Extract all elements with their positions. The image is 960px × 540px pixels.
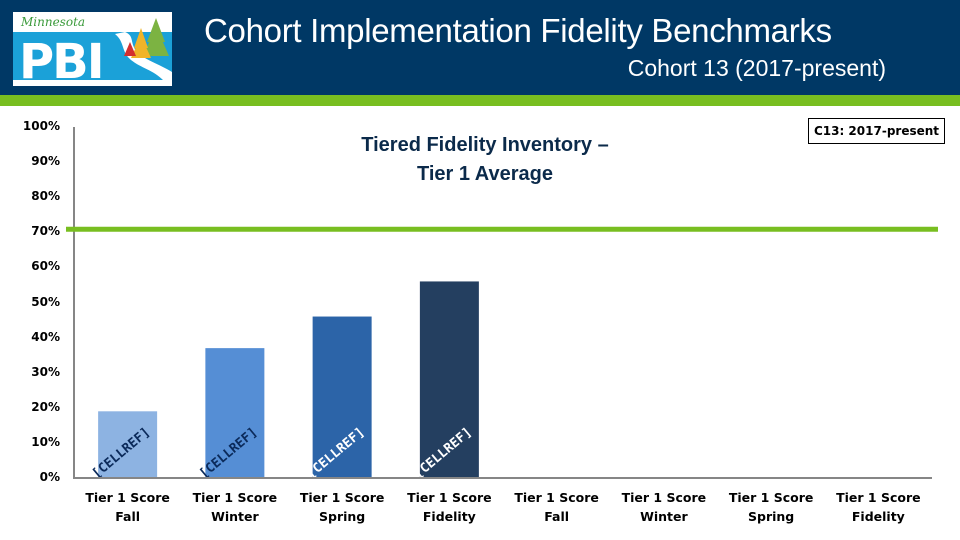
x-tick-label: Tier 1 Score Fall: [503, 488, 610, 526]
x-tick-label: Tier 1 Score Spring: [289, 488, 396, 526]
x-tick-label: Tier 1 Score Winter: [181, 488, 288, 526]
x-tick-label-line: Fidelity: [422, 509, 476, 524]
x-tick-label: Tier 1 Score Fidelity: [396, 488, 503, 526]
chart-title-line-1: Tiered Fidelity Inventory –: [361, 134, 609, 156]
x-tick-label-line: Tier 1 Score Fall: [514, 490, 599, 524]
x-tick-label-line: Tier 1 Score: [192, 490, 278, 505]
x-tick-label-line: Winter: [211, 509, 259, 524]
x-tick-label-line: Tier 1 Score: [407, 490, 492, 505]
x-tick-label-line: Fidelity: [851, 509, 905, 524]
x-tick-label-line: Tier 1 Score: [836, 490, 921, 505]
x-tick-label: Tier 1 Score Spring: [718, 488, 825, 526]
bar-chart: [CELLREF] [CELLREF] [CELLREF] [CELLREF]: [66, 127, 938, 482]
x-tick-label-line: Spring: [319, 509, 366, 524]
x-tick-label: Tier 1 Score Fidelity: [825, 488, 932, 526]
x-tick-label: Tier 1 Score Fall: [74, 488, 181, 526]
x-tick-label: Tier 1 Score Winter: [610, 488, 717, 526]
x-tick-label-line: Tier 1 Score Fall: [85, 490, 170, 524]
chart-title: Tiered Fidelity Inventory – Tier 1 Avera…: [335, 131, 635, 189]
chart-title-line-2: Tier 1 Average: [416, 163, 553, 185]
x-tick-label-line: Spring: [748, 509, 795, 524]
x-tick-label-line: Tier 1 Score: [621, 490, 707, 505]
chart-legend: C13: 2017-present: [808, 118, 945, 144]
x-tick-label-line: Tier 1 Score: [728, 490, 814, 505]
x-tick-label-line: Tier 1 Score: [299, 490, 385, 505]
x-tick-label-line: Winter: [640, 509, 688, 524]
legend-label: C13: 2017-present: [813, 124, 940, 138]
